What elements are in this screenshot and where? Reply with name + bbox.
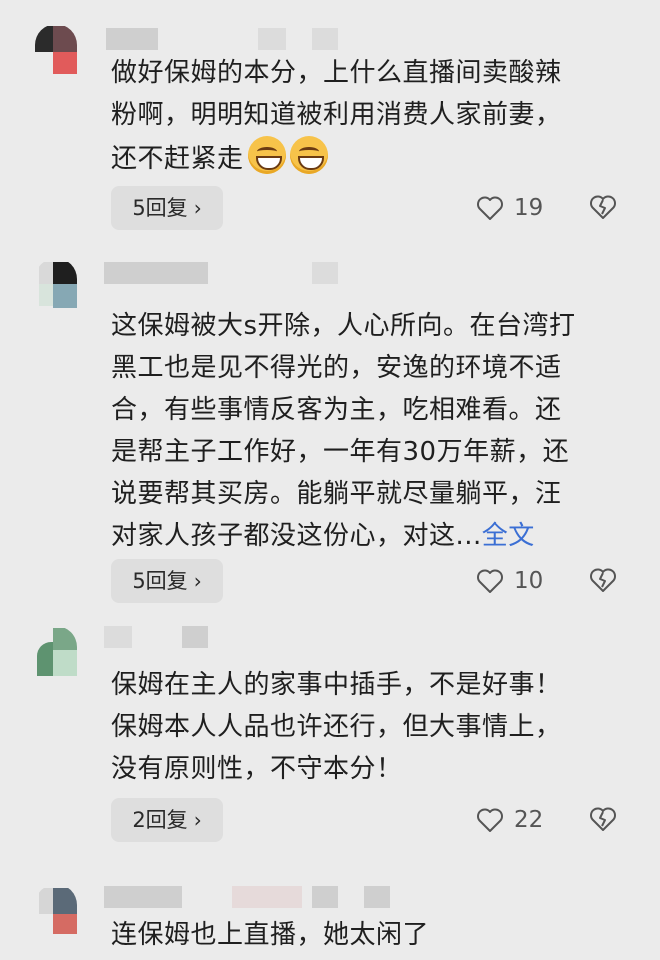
username-blurred[interactable] bbox=[104, 626, 132, 648]
username-blurred bbox=[312, 886, 338, 908]
grinning-face-emoji-icon bbox=[247, 136, 286, 174]
comment-line: 保姆在主人的家事中插手，不是好事！ bbox=[111, 670, 562, 700]
replies-label: 2回复 bbox=[132, 808, 188, 832]
comment-line: 合，有些事情反客为主，吃相难看。还 bbox=[111, 395, 562, 425]
comment-line: 对家人孩子都没这份心，对这... bbox=[111, 521, 482, 551]
comment-text: 这保姆被大s开除，人心所向。在台湾打 黑工也是见不得光的，安逸的环境不适 合，有… bbox=[111, 305, 616, 557]
replies-button[interactable]: 5回复 › bbox=[111, 559, 223, 603]
username-blurred[interactable] bbox=[106, 28, 158, 50]
heart-outline-icon bbox=[477, 808, 503, 832]
username-blurred bbox=[232, 886, 302, 908]
replies-label: 5回复 bbox=[132, 196, 188, 220]
like-count: 10 bbox=[514, 568, 544, 594]
chevron-right-icon: › bbox=[193, 196, 202, 220]
avatar[interactable] bbox=[35, 258, 77, 308]
username-blurred[interactable] bbox=[104, 886, 182, 908]
comment-line: 做好保姆的本分，上什么直播间卖酸辣 bbox=[111, 58, 562, 88]
heart-outline-icon bbox=[477, 196, 503, 220]
like-count: 19 bbox=[514, 195, 544, 221]
comment-line: 黑工也是见不得光的，安逸的环境不适 bbox=[111, 353, 562, 383]
comment-line: 粉啊，明明知道被利用消费人家前妻， bbox=[111, 100, 562, 130]
comment-line: 还不赶紧走 bbox=[111, 144, 244, 174]
replies-button[interactable]: 5回复 › bbox=[111, 186, 223, 230]
chevron-right-icon: › bbox=[193, 808, 202, 832]
comment-line: 说要帮其买房。能躺平就尽量躺平，汪 bbox=[111, 479, 562, 509]
replies-label: 5回复 bbox=[132, 569, 188, 593]
username-blurred bbox=[312, 28, 338, 50]
username-blurred[interactable] bbox=[104, 262, 208, 284]
grinning-face-emoji-icon bbox=[289, 136, 328, 174]
broken-heart-icon[interactable] bbox=[589, 194, 617, 220]
comment-text: 做好保姆的本分，上什么直播间卖酸辣 粉啊，明明知道被利用消费人家前妻， 还不赶紧… bbox=[111, 52, 616, 180]
avatar[interactable] bbox=[35, 884, 77, 934]
comment-line: 连保姆也上直播，她太闲了 bbox=[111, 920, 430, 950]
broken-heart-icon[interactable] bbox=[589, 567, 617, 593]
avatar[interactable] bbox=[35, 626, 77, 676]
like-button[interactable]: 19 bbox=[476, 188, 543, 228]
username-blurred bbox=[312, 262, 338, 284]
comment-line: 没有原则性，不守本分！ bbox=[111, 754, 403, 784]
username-blurred bbox=[182, 626, 208, 648]
like-button[interactable]: 22 bbox=[476, 800, 543, 840]
replies-button[interactable]: 2回复 › bbox=[111, 798, 223, 842]
comment-text: 保姆在主人的家事中插手，不是好事！ 保姆本人人品也许还行，但大事情上， 没有原则… bbox=[111, 664, 616, 790]
chevron-right-icon: › bbox=[193, 569, 202, 593]
comment-line: 保姆本人人品也许还行，但大事情上， bbox=[111, 712, 562, 742]
like-button[interactable]: 10 bbox=[476, 561, 543, 601]
heart-outline-icon bbox=[477, 569, 503, 593]
comment-text: 连保姆也上直播，她太闲了 bbox=[111, 914, 616, 956]
comment-line: 这保姆被大s开除，人心所向。在台湾打 bbox=[111, 311, 576, 341]
broken-heart-icon[interactable] bbox=[589, 806, 617, 832]
comment-line: 是帮主子工作好，一年有30万年薪，还 bbox=[111, 437, 570, 467]
full-text-link[interactable]: 全文 bbox=[482, 521, 535, 551]
avatar[interactable] bbox=[35, 24, 77, 74]
like-count: 22 bbox=[514, 807, 544, 833]
username-blurred bbox=[364, 886, 390, 908]
username-blurred bbox=[258, 28, 286, 50]
